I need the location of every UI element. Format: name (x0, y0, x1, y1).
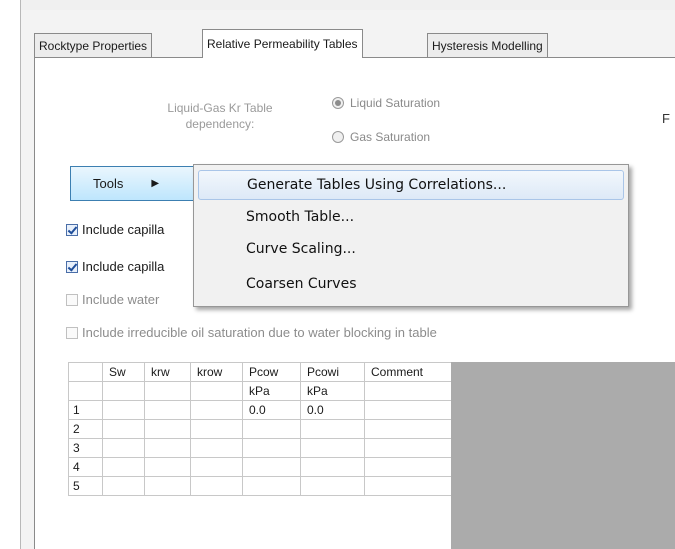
include-capillary-checkbox-1[interactable]: Include capilla (66, 222, 164, 237)
table-cell[interactable] (144, 457, 191, 477)
table-cell[interactable]: 0.0 (300, 400, 365, 420)
column-header-sw[interactable]: Sw (102, 362, 145, 382)
tools-button-label: Tools (93, 176, 124, 191)
table-cell[interactable] (102, 476, 145, 496)
table-row: 3 (68, 438, 452, 458)
table-cell[interactable] (190, 476, 243, 496)
table-row: 2 (68, 419, 452, 439)
kr-dependency-label-line1: Liquid-Gas Kr Table (167, 101, 273, 115)
table-cell[interactable] (144, 438, 191, 458)
table-cell[interactable] (190, 457, 243, 477)
window-left-border (20, 0, 21, 549)
include-water-checkbox[interactable]: Include water (66, 292, 159, 307)
grid-empty-area (451, 362, 675, 549)
table-cell[interactable] (300, 438, 365, 458)
table-cell[interactable]: 0.0 (242, 400, 301, 420)
gas-saturation-radio[interactable]: Gas Saturation (332, 130, 430, 144)
checkbox-checked[interactable] (66, 260, 78, 273)
tab-relative-permeability-tables[interactable]: Relative Permeability Tables (202, 29, 363, 58)
menu-item-curve-scaling[interactable]: Curve Scaling... (198, 235, 624, 265)
table-cell[interactable] (300, 419, 365, 439)
table-row: 4 (68, 457, 452, 477)
row-number[interactable]: 5 (68, 476, 103, 496)
checkbox-label: Include water (82, 292, 160, 307)
units-cell (190, 381, 243, 401)
units-cell: kPa (300, 381, 365, 401)
table-cell[interactable] (102, 419, 145, 439)
column-header-pcow[interactable]: Pcow (242, 362, 301, 382)
row-number[interactable]: 1 (68, 400, 103, 420)
include-irreducible-oil-checkbox[interactable]: Include irreducible oil saturation due t… (66, 325, 437, 340)
table-cell[interactable] (242, 438, 301, 458)
radio-button-selected[interactable] (332, 97, 344, 109)
header-row: Sw krw krow Pcow Pcowi Comment (68, 362, 452, 382)
tab-hysteresis-modelling[interactable]: Hysteresis Modelling (427, 33, 548, 57)
kr-dependency-label: Liquid-Gas Kr Table dependency: (140, 100, 300, 132)
menu-item-smooth-table[interactable]: Smooth Table... (198, 203, 624, 233)
table-cell[interactable] (364, 438, 452, 458)
checkbox-checked[interactable] (66, 223, 78, 236)
table-cell[interactable] (242, 476, 301, 496)
table-cell[interactable] (364, 476, 452, 496)
table-row: 1 0.0 0.0 (68, 400, 452, 420)
column-header-pcowi[interactable]: Pcowi (300, 362, 365, 382)
table-cell[interactable] (190, 438, 243, 458)
units-cell: kPa (242, 381, 301, 401)
submenu-arrow-icon: ▶ (151, 178, 160, 189)
table-cell[interactable] (364, 419, 452, 439)
table-cell[interactable] (300, 457, 365, 477)
liquid-saturation-radio[interactable]: Liquid Saturation (332, 96, 440, 110)
include-capillary-checkbox-2[interactable]: Include capilla (66, 259, 164, 274)
window-left-margin (0, 0, 20, 549)
table-cell[interactable] (102, 400, 145, 420)
table-cell[interactable] (102, 438, 145, 458)
table-cell[interactable] (242, 457, 301, 477)
checkbox-label: Include capilla (82, 222, 165, 237)
tools-dropdown-menu: Generate Tables Using Correlations... Sm… (193, 164, 629, 307)
checkbox-label: Include capilla (82, 259, 165, 274)
table-row: 5 (68, 476, 452, 496)
gas-saturation-label: Gas Saturation (350, 130, 431, 144)
column-header-krw[interactable]: krw (144, 362, 191, 382)
units-row: kPa kPa (68, 381, 452, 401)
liquid-saturation-label: Liquid Saturation (350, 96, 441, 110)
row-number[interactable]: 4 (68, 457, 103, 477)
tools-button[interactable]: Tools ▶ (70, 166, 194, 201)
checkbox-label: Include irreducible oil saturation due t… (82, 325, 437, 340)
corner-cell (68, 362, 103, 382)
units-cell (364, 381, 452, 401)
menu-item-coarsen-curves[interactable]: Coarsen Curves (198, 270, 624, 300)
units-cell (68, 381, 103, 401)
table-cell[interactable] (300, 476, 365, 496)
window-top-strip (21, 0, 675, 10)
row-number[interactable]: 2 (68, 419, 103, 439)
units-cell (102, 381, 145, 401)
table-cell[interactable] (364, 400, 452, 420)
table-cell[interactable] (364, 457, 452, 477)
table-cell[interactable] (144, 400, 191, 420)
table-cell[interactable] (242, 419, 301, 439)
row-number[interactable]: 3 (68, 438, 103, 458)
radio-button-unselected[interactable] (332, 131, 344, 143)
table-cell[interactable] (190, 419, 243, 439)
table-cell[interactable] (144, 476, 191, 496)
kr-dependency-label-line2: dependency: (185, 117, 255, 131)
relperm-table: Sw krw krow Pcow Pcowi Comment kPa kPa 1… (68, 362, 452, 496)
column-header-comment[interactable]: Comment (364, 362, 452, 382)
clipped-label-right: F (662, 111, 670, 126)
table-cell[interactable] (144, 419, 191, 439)
relperm-grid: Sw krw krow Pcow Pcowi Comment kPa kPa 1… (68, 362, 452, 496)
column-header-krow[interactable]: krow (190, 362, 243, 382)
table-cell[interactable] (190, 400, 243, 420)
tab-rocktype-properties[interactable]: Rocktype Properties (34, 33, 153, 57)
checkbox-unchecked[interactable] (66, 326, 78, 339)
checkbox-unchecked[interactable] (66, 293, 78, 306)
table-cell[interactable] (102, 457, 145, 477)
menu-item-generate-tables[interactable]: Generate Tables Using Correlations... (198, 170, 624, 200)
units-cell (144, 381, 191, 401)
